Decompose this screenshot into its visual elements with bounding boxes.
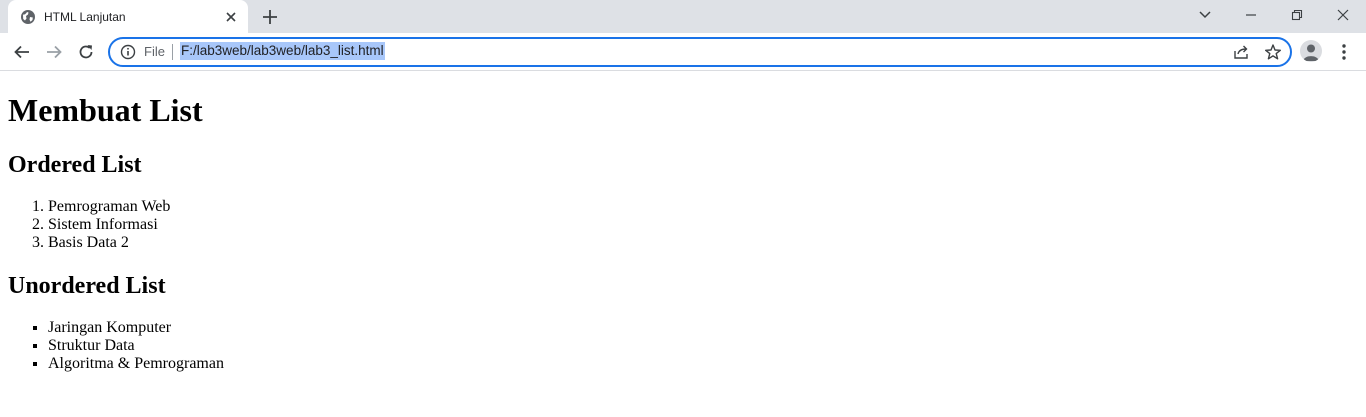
unordered-list: Jaringan Komputer Struktur Data Algoritm… <box>8 319 224 373</box>
info-icon[interactable] <box>120 44 136 60</box>
avatar-icon[interactable] <box>1300 40 1322 62</box>
list-item: Pemrograman Web <box>48 198 170 216</box>
minimize-icon[interactable] <box>1228 0 1274 30</box>
forward-arrow-icon[interactable] <box>40 38 68 66</box>
list-item: Algoritma & Pemrograman <box>48 355 224 373</box>
list-item: Sistem Informasi <box>48 216 170 234</box>
reload-icon[interactable] <box>72 38 100 66</box>
page-content: Membuat List Ordered List Pemrograman We… <box>0 71 1366 417</box>
back-arrow-icon[interactable] <box>8 38 36 66</box>
tab-title: HTML Lanjutan <box>44 10 126 24</box>
tab-strip: HTML Lanjutan <box>0 0 1366 33</box>
list-item: Jaringan Komputer <box>48 319 224 337</box>
tab-html-lanjutan[interactable]: HTML Lanjutan <box>8 0 248 33</box>
star-icon[interactable] <box>1264 43 1282 61</box>
url-scheme-label: File <box>144 44 165 59</box>
browser-toolbar: File F:/lab3web/lab3web/lab3_list.html <box>0 33 1366 71</box>
kebab-menu-icon[interactable] <box>1332 38 1356 66</box>
ordered-list: Pemrograman Web Sistem Informasi Basis D… <box>8 198 170 252</box>
url-text[interactable]: F:/lab3web/lab3web/lab3_list.html <box>180 42 385 60</box>
close-icon[interactable] <box>222 8 240 26</box>
share-icon[interactable] <box>1232 43 1250 61</box>
browser-window: HTML Lanjutan File F:/lab3web/lab3web/la… <box>0 0 1366 417</box>
address-bar[interactable]: File F:/lab3web/lab3web/lab3_list.html <box>108 37 1292 67</box>
ordered-list-heading: Ordered List <box>8 152 142 178</box>
chevron-down-icon[interactable] <box>1182 0 1228 30</box>
list-item: Basis Data 2 <box>48 234 170 252</box>
plus-icon[interactable] <box>258 6 282 28</box>
unordered-list-heading: Unordered List <box>8 273 166 299</box>
restore-icon[interactable] <box>1274 0 1320 30</box>
list-item: Struktur Data <box>48 337 224 355</box>
globe-icon <box>20 9 36 25</box>
close-icon[interactable] <box>1320 0 1366 30</box>
address-divider <box>172 44 173 60</box>
page-title: Membuat List <box>8 92 203 128</box>
